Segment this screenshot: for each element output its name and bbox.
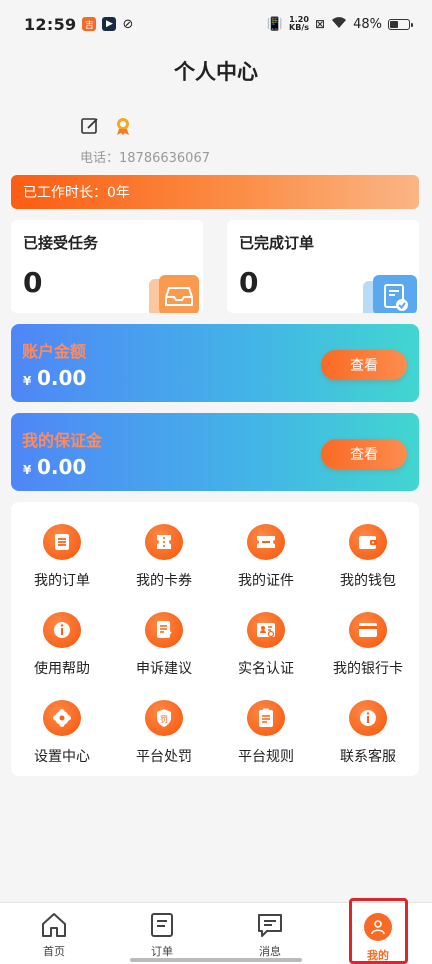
stat-label: 已接受任务 [23,234,99,252]
grid-item-real-name[interactable]: 实名认证 [215,590,317,678]
grid-label: 我的证件 [238,573,294,589]
work-duration-text: 已工作时长：0年 [23,185,130,201]
grid-item-my-orders[interactable]: 我的订单 [11,502,113,590]
wallet-icon [349,524,387,560]
wifi-icon [331,16,347,33]
stat-value: 0 [239,266,259,299]
grid-item-penalty[interactable]: 罚 平台处罚 [113,678,215,766]
grid-label: 平台处罚 [136,749,192,765]
penalty-icon: 罚 [145,700,183,736]
link-notification-icon: ⊘ [122,16,134,32]
orders-icon [147,911,177,939]
grid-label: 使用帮助 [34,661,90,677]
function-grid: 我的订单 我的卡券 我的证件 我的钱包 使用帮助 申诉建议 实名认证 我的银行卡… [11,502,419,776]
badge-icon [114,116,132,140]
tab-messages[interactable]: 消息 [216,903,324,964]
status-bar: 12:59 吉 ▶ ⊘ 📳 1.20 KB/s ⊠ 48% [0,0,432,48]
inbox-icon [149,275,199,313]
account-balance-card: 账户金额 ¥ 0.00 查看 [11,324,419,402]
accepted-tasks-card[interactable]: 已接受任务 0 [11,220,203,313]
grid-item-feedback[interactable]: 申诉建议 [113,590,215,678]
grid-label: 联系客服 [340,749,396,765]
grid-item-bank-card[interactable]: 我的银行卡 [317,590,419,678]
highlight-box [349,898,408,964]
stat-value: 0 [23,266,43,299]
vibrate-icon: 📳 [266,16,284,32]
grid-item-customer-service[interactable]: 联系客服 [317,678,419,766]
grid-item-my-wallet[interactable]: 我的钱包 [317,502,419,590]
clipboard-check-icon [363,275,417,313]
edit-icon[interactable] [80,116,100,140]
svg-text:罚: 罚 [160,715,168,724]
grid-item-my-certificates[interactable]: 我的证件 [215,502,317,590]
tab-home[interactable]: 首页 [0,903,108,964]
coupon-icon [145,524,183,560]
grid-item-settings[interactable]: 设置中心 [11,678,113,766]
stat-label: 已完成订单 [239,234,315,252]
home-indicator [130,958,302,962]
deposit-amount: ¥ 0.00 [23,455,87,479]
profile-info: 电话：18786636067 [80,117,210,166]
grid-label: 申诉建议 [136,661,192,677]
grid-label: 我的订单 [34,573,90,589]
bank-card-icon [349,612,387,648]
help-icon [43,612,81,648]
net-speed: 1.20 KB/s [289,15,310,32]
home-icon [39,911,69,939]
battery-icon [388,18,413,30]
grid-label: 我的钱包 [340,573,396,589]
grid-item-my-coupons[interactable]: 我的卡券 [113,502,215,590]
work-duration-bar: 已工作时长：0年 [11,175,419,209]
tab-label: 首页 [43,945,65,958]
customer-service-icon [349,700,387,736]
video-notification-icon: ▶ [102,17,117,31]
grid-label: 我的卡券 [136,573,192,589]
view-balance-button[interactable]: 查看 [321,350,407,380]
account-balance-label: 账户金额 [22,342,87,361]
app-notification-icon: 吉 [82,17,97,31]
view-deposit-button[interactable]: 查看 [321,439,407,469]
tab-orders[interactable]: 订单 [108,903,216,964]
page-title: 个人中心 [174,60,258,84]
settings-icon [43,700,81,736]
grid-item-rules[interactable]: 平台规则 [215,678,317,766]
message-icon [255,911,285,939]
rules-icon [247,700,285,736]
deposit-card: 我的保证金 ¥ 0.00 查看 [11,413,419,491]
status-time: 12:59 [24,14,77,34]
phone-number: 电话：18786636067 [80,151,210,166]
tab-label: 消息 [259,945,281,958]
grid-label: 我的银行卡 [333,661,403,677]
no-sim-icon: ⊠ [315,17,326,31]
order-icon [43,524,81,560]
tab-label: 订单 [151,945,173,958]
completed-orders-card[interactable]: 已完成订单 0 [227,220,419,313]
grid-item-help[interactable]: 使用帮助 [11,590,113,678]
feedback-icon [145,612,183,648]
certificate-icon [247,524,285,560]
grid-label: 设置中心 [34,749,90,765]
account-balance-amount: ¥ 0.00 [23,366,87,390]
grid-label: 平台规则 [238,749,294,765]
deposit-label: 我的保证金 [22,431,103,450]
id-card-icon [247,612,285,648]
battery-percent: 48% [353,16,382,32]
grid-label: 实名认证 [238,661,294,677]
